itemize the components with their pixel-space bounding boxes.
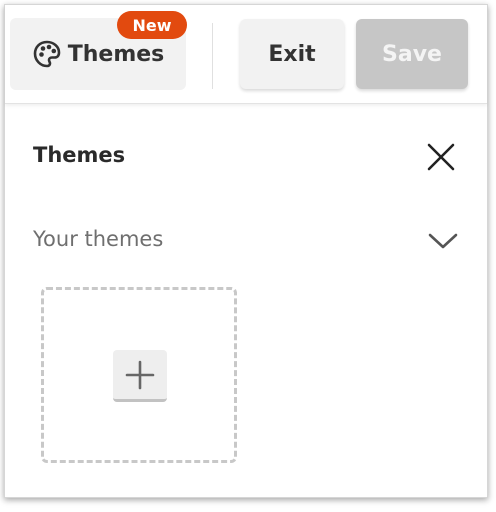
toolbar: Themes New Exit Save xyxy=(5,5,487,104)
plus-icon xyxy=(125,360,155,389)
add-theme-button[interactable] xyxy=(113,350,167,402)
toolbar-divider xyxy=(212,23,213,89)
add-theme-card[interactable] xyxy=(41,287,237,463)
palette-icon xyxy=(32,39,62,69)
themes-window: Themes New Exit Save Themes Your themes xyxy=(4,4,488,498)
close-icon xyxy=(427,143,455,171)
save-button[interactable]: Save xyxy=(356,19,468,89)
themes-button-label: Themes xyxy=(67,41,165,67)
your-themes-toggle[interactable] xyxy=(425,227,461,255)
new-badge: New xyxy=(117,11,187,39)
panel-title: Themes xyxy=(33,143,126,167)
chevron-down-icon xyxy=(428,233,458,249)
close-button[interactable] xyxy=(423,139,459,175)
exit-button[interactable]: Exit xyxy=(240,19,344,89)
your-themes-label: Your themes xyxy=(33,227,164,251)
